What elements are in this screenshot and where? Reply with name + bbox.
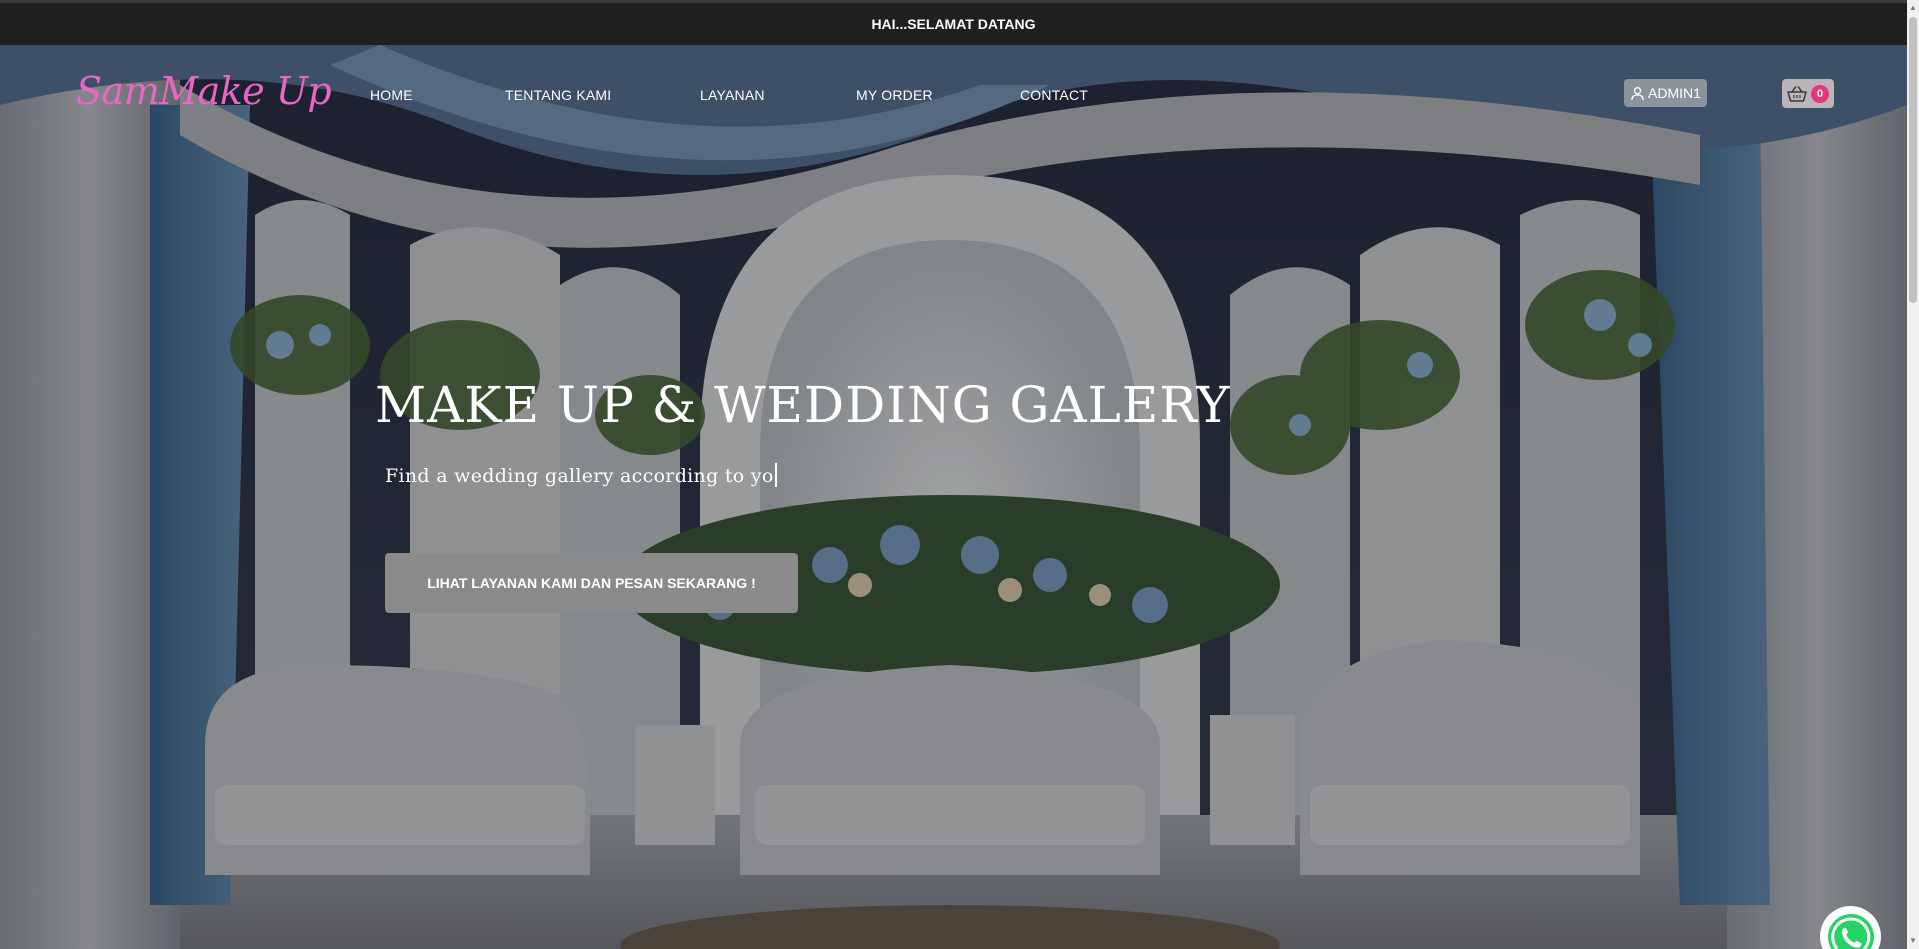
nav-contact[interactable]: CONTACT [1020,87,1088,103]
whatsapp-icon [1827,913,1874,949]
user-name: ADMIN1 [1648,85,1701,101]
scroll-up-arrow[interactable]: ▲ [1907,1,1919,15]
whatsapp-button[interactable] [1820,906,1881,949]
hero-overlay [0,45,1907,949]
hero-subtitle-text: Find a wedding gallery according to yo [385,465,774,487]
cart-button[interactable]: 0 [1782,79,1834,108]
cart-count-badge: 0 [1811,84,1829,103]
nav-home[interactable]: HOME [370,87,413,103]
nav-layanan[interactable]: LAYANAN [700,87,765,103]
brand-logo[interactable]: SamMake Up [76,69,332,113]
hero-title: MAKE UP & WEDDING GALERY [375,376,1231,434]
nav-tentang-kami[interactable]: TENTANG KAMI [505,87,611,103]
scroll-thumb[interactable] [1909,17,1917,303]
logo-text: SamMake Up [76,69,332,113]
cta-order-button[interactable]: LIHAT LAYANAN KAMI DAN PESAN SEKARANG ! [385,553,798,613]
hero-subtitle: Find a wedding gallery according to yo [385,463,777,487]
basket-icon [1787,85,1807,102]
hero-section: SamMake Up HOME TENTANG KAMI LAYANAN MY … [0,45,1907,949]
user-icon [1631,86,1644,100]
typing-caret [774,463,777,487]
user-account-button[interactable]: ADMIN1 [1624,79,1707,107]
announcement-text: HAI...SELAMAT DATANG [871,16,1036,32]
scroll-down-arrow[interactable]: ▼ [1907,934,1919,948]
nav-my-order[interactable]: MY ORDER [856,87,933,103]
page-scrollbar[interactable]: ▲ ▼ [1907,0,1919,949]
announcement-bar: HAI...SELAMAT DATANG [0,0,1907,45]
